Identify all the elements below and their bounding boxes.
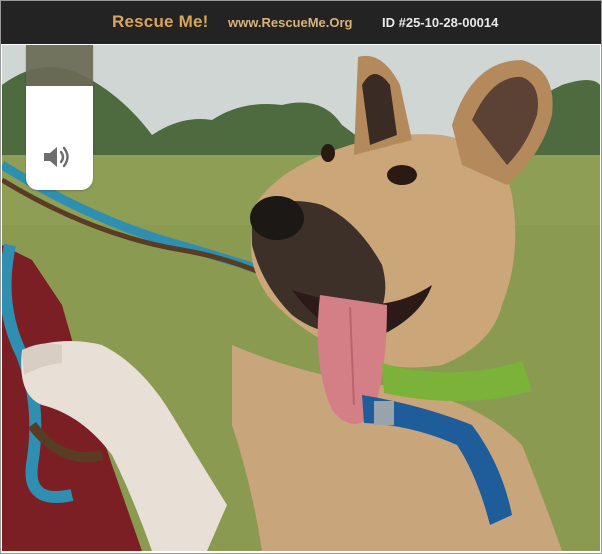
site-link[interactable]: www.RescueMe.Org (228, 15, 353, 30)
dog-photo (2, 45, 600, 551)
brand-logo-text[interactable]: Rescue Me! (112, 12, 208, 32)
volume-track[interactable] (26, 45, 93, 86)
header-bar: Rescue Me! www.RescueMe.Org ID #25-10-28… (1, 1, 601, 44)
pet-id-label: ID #25-10-28-00014 (382, 15, 499, 30)
speaker-volume-icon[interactable] (42, 143, 76, 171)
volume-slider[interactable] (26, 45, 93, 190)
rescue-card: Rescue Me! www.RescueMe.Org ID #25-10-28… (0, 0, 602, 554)
volume-level-fill[interactable] (26, 86, 93, 190)
